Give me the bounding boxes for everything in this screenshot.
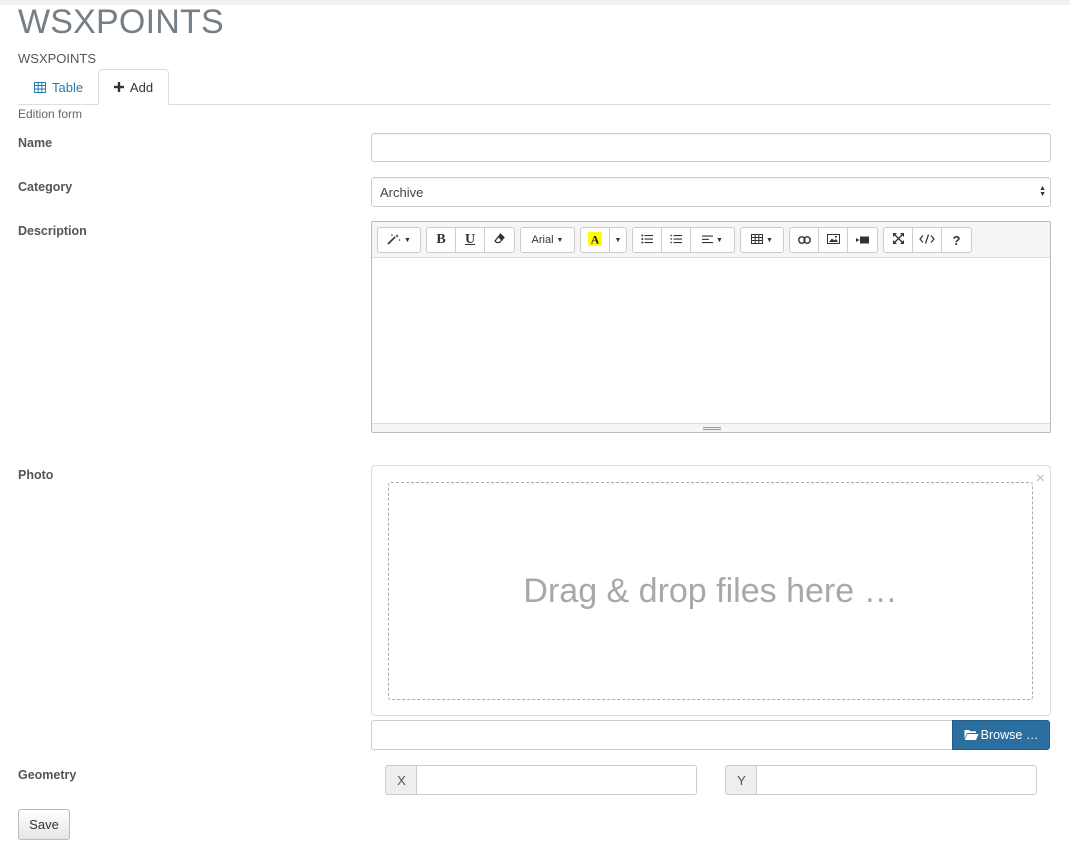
table-insert-dropdown[interactable]: ▼ (740, 227, 784, 253)
x-coordinate-input[interactable] (416, 765, 697, 795)
resize-grip-line (703, 429, 721, 430)
bold-button[interactable]: B (426, 227, 456, 253)
magic-wand-icon (387, 233, 401, 248)
paragraph-align-dropdown[interactable]: ▼ (690, 227, 735, 253)
tab-table-label: Table (52, 79, 84, 95)
name-input[interactable] (371, 133, 1051, 162)
fullscreen-icon (892, 233, 904, 247)
insert-link-button[interactable] (789, 227, 819, 253)
align-left-icon (702, 233, 714, 247)
font-name-dropdown[interactable]: Arial ▼ (520, 227, 575, 253)
select-arrows-icon: ▲ ▼ (1039, 185, 1046, 198)
clear-format-button[interactable] (484, 227, 515, 253)
ordered-list-icon (670, 233, 682, 247)
code-view-button[interactable] (912, 227, 942, 253)
folder-open-icon (964, 729, 979, 741)
plus-icon (113, 82, 124, 92)
color-dropdown-button[interactable]: ▼ (609, 227, 627, 253)
table-icon (34, 81, 46, 93)
geometry-label: Geometry (18, 768, 77, 782)
editor-resize-bar[interactable] (372, 423, 1050, 432)
insert-video-button[interactable] (847, 227, 878, 253)
style-button[interactable]: ▼ (377, 227, 421, 253)
unordered-list-icon (641, 233, 653, 247)
browse-button[interactable]: Browse … (952, 720, 1050, 750)
resize-grip-icon (703, 427, 721, 428)
description-editable-area[interactable] (372, 259, 1050, 424)
caret-down-icon: ▼ (556, 236, 564, 244)
y-addon: Y (725, 765, 757, 795)
insert-picture-button[interactable] (818, 227, 848, 253)
description-editor: ▼ B U Arial ▼ A ▼ ▼ ▼ ? (371, 221, 1051, 433)
file-caption-input[interactable] (371, 720, 953, 750)
svg-text:A: A (591, 232, 600, 246)
ordered-list-button[interactable] (661, 227, 691, 253)
help-button[interactable]: ? (941, 227, 972, 253)
video-icon (856, 233, 869, 247)
drop-zone-text: Drag & drop files here … (523, 571, 898, 610)
page-title: WSXPOINTS (18, 3, 224, 41)
eraser-icon (494, 233, 505, 247)
tab-add-label: Add (129, 79, 154, 95)
tab-table[interactable]: Table (18, 69, 99, 105)
editor-toolbar: ▼ B U Arial ▼ A ▼ ▼ ▼ ? (372, 222, 1050, 258)
highlight-a-icon: A (588, 231, 602, 249)
y-coordinate-input[interactable] (756, 765, 1037, 795)
browse-button-label: Browse … (980, 728, 1039, 742)
x-addon: X (385, 765, 417, 795)
photo-label: Photo (18, 468, 54, 482)
name-label: Name (18, 136, 53, 150)
file-preview-panel: × Drag & drop files here … (371, 465, 1051, 716)
caret-down-icon: ▼ (404, 236, 411, 244)
unordered-list-button[interactable] (632, 227, 662, 253)
page-subtitle: WSXPOINTS (18, 51, 97, 66)
code-icon (919, 233, 935, 247)
picture-icon (826, 233, 840, 247)
caret-down-icon: ▼ (614, 236, 622, 244)
description-label: Description (18, 224, 87, 238)
font-name-label: Arial (531, 234, 554, 246)
fullscreen-button[interactable] (883, 227, 913, 253)
category-select[interactable]: Archive ▲ ▼ (371, 177, 1051, 207)
caret-down-icon: ▼ (716, 236, 723, 244)
highlight-color-button[interactable]: A (580, 227, 610, 253)
save-button[interactable]: Save (18, 809, 70, 840)
tab-add[interactable]: Add (98, 69, 169, 105)
caret-down-icon: ▼ (766, 236, 773, 244)
category-label: Category (18, 180, 73, 194)
underline-button[interactable]: U (455, 227, 485, 253)
link-icon (797, 233, 811, 247)
close-icon[interactable]: × (1036, 471, 1045, 487)
tab-bar: Table Add (18, 69, 1051, 105)
table-grid-icon (751, 233, 764, 247)
file-drop-zone[interactable]: Drag & drop files here … (388, 482, 1033, 700)
category-selected-value: Archive (380, 184, 424, 200)
form-caption: Edition form (18, 107, 83, 121)
